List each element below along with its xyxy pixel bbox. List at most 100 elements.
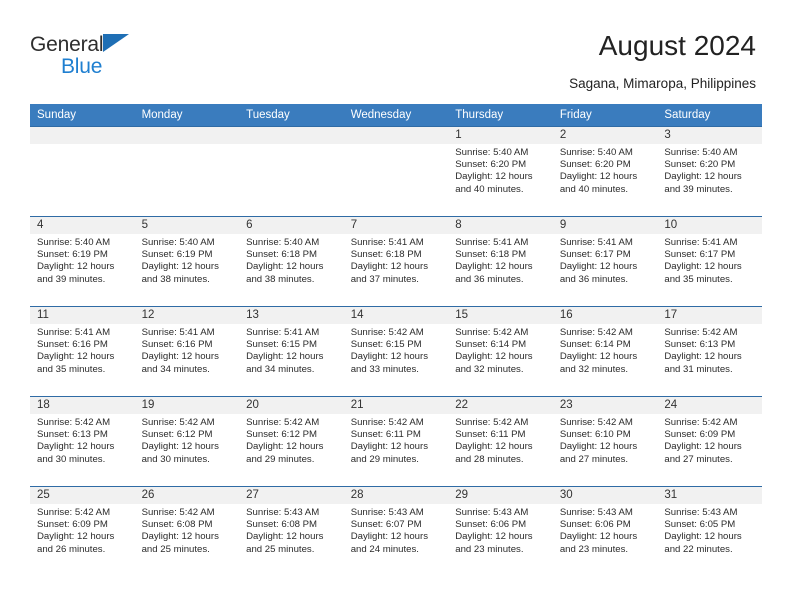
day-cell[interactable]: 21 Sunrise: 5:42 AM Sunset: 6:11 PM Dayl… [343,396,449,487]
day-details: Sunrise: 5:41 AM Sunset: 6:17 PM Dayligh… [657,234,762,286]
daylight-line-1: Daylight: 12 hours [559,531,638,543]
day-cell[interactable]: 5 Sunrise: 5:40 AM Sunset: 6:19 PM Dayli… [134,216,240,307]
day-cell-inner: 12 Sunrise: 5:41 AM Sunset: 6:16 PM Dayl… [134,307,240,396]
daylight-line-2: and 40 minutes. [455,183,524,195]
day-cell[interactable]: 3 Sunrise: 5:40 AM Sunset: 6:20 PM Dayli… [657,126,762,217]
day-cell[interactable]: 15 Sunrise: 5:42 AM Sunset: 6:14 PM Dayl… [448,306,553,397]
day-details: Sunrise: 5:42 AM Sunset: 6:08 PM Dayligh… [135,504,240,556]
daylight-line-2: and 36 minutes. [455,273,524,285]
day-cell[interactable]: 24 Sunrise: 5:42 AM Sunset: 6:09 PM Dayl… [657,396,762,487]
day-details: Sunrise: 5:43 AM Sunset: 6:06 PM Dayligh… [553,504,658,556]
day-number: 31 [657,487,762,504]
day-cell[interactable]: 1 Sunrise: 5:40 AM Sunset: 6:20 PM Dayli… [448,126,553,217]
day-number: 11 [30,307,135,324]
daylight-line-2: and 29 minutes. [350,453,419,465]
day-cell[interactable]: 19 Sunrise: 5:42 AM Sunset: 6:12 PM Dayl… [134,396,240,487]
brand-logo[interactable]: General Blue [30,33,250,81]
day-cell[interactable]: 27 Sunrise: 5:43 AM Sunset: 6:08 PM Dayl… [239,486,344,576]
sunrise-line: Sunrise: 5:42 AM [559,417,633,428]
day-cell[interactable]: 20 Sunrise: 5:42 AM Sunset: 6:12 PM Dayl… [239,396,344,487]
day-cell-inner: 2 Sunrise: 5:40 AM Sunset: 6:20 PM Dayli… [552,127,658,216]
day-cell[interactable]: 9 Sunrise: 5:41 AM Sunset: 6:17 PM Dayli… [552,216,658,307]
day-cell[interactable]: 30 Sunrise: 5:43 AM Sunset: 6:06 PM Dayl… [552,486,658,576]
day-cell[interactable]: 8 Sunrise: 5:41 AM Sunset: 6:18 PM Dayli… [448,216,553,307]
day-details: Sunrise: 5:40 AM Sunset: 6:19 PM Dayligh… [135,234,240,286]
sunrise-line: Sunrise: 5:43 AM [246,507,320,518]
day-cell[interactable]: 17 Sunrise: 5:42 AM Sunset: 6:13 PM Dayl… [657,306,762,397]
day-cell[interactable]: 28 Sunrise: 5:43 AM Sunset: 6:07 PM Dayl… [343,486,449,576]
day-cell[interactable] [239,126,344,217]
day-cell-inner: 17 Sunrise: 5:42 AM Sunset: 6:13 PM Dayl… [657,307,762,396]
day-cell[interactable]: 26 Sunrise: 5:42 AM Sunset: 6:08 PM Dayl… [134,486,240,576]
day-details: Sunrise: 5:41 AM Sunset: 6:18 PM Dayligh… [344,234,449,286]
daylight-line-2: and 25 minutes. [141,543,210,555]
sunrise-line: Sunrise: 5:42 AM [559,327,633,338]
sunrise-line: Sunrise: 5:42 AM [455,327,529,338]
day-number: 18 [30,397,135,414]
daylight-line-1: Daylight: 12 hours [246,261,324,273]
day-cell[interactable]: 14 Sunrise: 5:42 AM Sunset: 6:15 PM Dayl… [343,306,449,397]
daylight-line-1: Daylight: 12 hours [664,351,742,363]
daylight-line-2: and 26 minutes. [37,543,106,555]
day-cell[interactable]: 4 Sunrise: 5:40 AM Sunset: 6:19 PM Dayli… [30,216,135,307]
daylight-line-1: Daylight: 12 hours [141,261,219,273]
sunrise-line: Sunrise: 5:43 AM [350,507,424,518]
day-cell-inner [134,127,240,216]
day-details: Sunrise: 5:43 AM Sunset: 6:06 PM Dayligh… [448,504,553,556]
sunset-line: Sunset: 6:19 PM [37,249,108,261]
day-cell-inner: 3 Sunrise: 5:40 AM Sunset: 6:20 PM Dayli… [657,127,762,216]
day-cell[interactable]: 6 Sunrise: 5:40 AM Sunset: 6:18 PM Dayli… [239,216,344,307]
day-cell[interactable]: 10 Sunrise: 5:41 AM Sunset: 6:17 PM Dayl… [657,216,762,307]
day-cell[interactable]: 25 Sunrise: 5:42 AM Sunset: 6:09 PM Dayl… [30,486,135,576]
day-cell[interactable]: 2 Sunrise: 5:40 AM Sunset: 6:20 PM Dayli… [552,126,658,217]
day-details: Sunrise: 5:42 AM Sunset: 6:11 PM Dayligh… [448,414,553,466]
sunrise-line: Sunrise: 5:41 AM [141,327,215,338]
day-cell[interactable]: 23 Sunrise: 5:42 AM Sunset: 6:10 PM Dayl… [552,396,658,487]
day-cell[interactable] [343,126,449,217]
day-details: Sunrise: 5:41 AM Sunset: 6:16 PM Dayligh… [30,324,135,376]
day-cell[interactable]: 11 Sunrise: 5:41 AM Sunset: 6:16 PM Dayl… [30,306,135,397]
day-cell[interactable]: 29 Sunrise: 5:43 AM Sunset: 6:06 PM Dayl… [448,486,553,576]
day-cell[interactable] [30,126,135,217]
daylight-line-1: Daylight: 12 hours [455,261,533,273]
day-details: Sunrise: 5:42 AM Sunset: 6:14 PM Dayligh… [448,324,553,376]
day-number: 27 [239,487,344,504]
sunset-line: Sunset: 6:16 PM [37,339,108,351]
day-number: 14 [343,307,449,324]
day-number: 4 [30,217,135,234]
day-cell[interactable]: 13 Sunrise: 5:41 AM Sunset: 6:15 PM Dayl… [239,306,344,397]
day-cell-inner: 21 Sunrise: 5:42 AM Sunset: 6:11 PM Dayl… [343,397,449,486]
daylight-line-2: and 28 minutes. [455,453,524,465]
sunset-line: Sunset: 6:20 PM [664,159,736,171]
page-header: General Blue August 2024 Sagana, Mimarop… [0,0,792,104]
sunrise-line: Sunrise: 5:43 AM [664,507,738,518]
day-cell[interactable] [134,126,240,217]
day-number: 23 [552,397,658,414]
sunrise-line: Sunrise: 5:40 AM [455,147,529,158]
day-number [343,127,449,144]
day-cell-inner: 18 Sunrise: 5:42 AM Sunset: 6:13 PM Dayl… [30,397,135,486]
sunset-line: Sunset: 6:15 PM [246,339,318,351]
day-cell[interactable]: 31 Sunrise: 5:43 AM Sunset: 6:05 PM Dayl… [657,486,762,576]
sunset-line: Sunset: 6:13 PM [664,339,736,351]
day-cell[interactable]: 7 Sunrise: 5:41 AM Sunset: 6:18 PM Dayli… [343,216,449,307]
day-cell-inner: 6 Sunrise: 5:40 AM Sunset: 6:18 PM Dayli… [239,217,344,306]
day-cell-inner: 5 Sunrise: 5:40 AM Sunset: 6:19 PM Dayli… [134,217,240,306]
day-cell[interactable]: 12 Sunrise: 5:41 AM Sunset: 6:16 PM Dayl… [134,306,240,397]
day-cell[interactable]: 18 Sunrise: 5:42 AM Sunset: 6:13 PM Dayl… [30,396,135,487]
daylight-line-1: Daylight: 12 hours [246,351,324,363]
day-cell[interactable]: 16 Sunrise: 5:42 AM Sunset: 6:14 PM Dayl… [552,306,658,397]
sunset-line: Sunset: 6:18 PM [246,249,318,261]
sunset-line: Sunset: 6:12 PM [141,429,213,441]
daylight-line-1: Daylight: 12 hours [559,261,638,273]
day-number: 22 [448,397,553,414]
sunrise-line: Sunrise: 5:41 AM [455,237,529,248]
sunset-line: Sunset: 6:18 PM [455,249,527,261]
day-number: 9 [552,217,658,234]
daylight-line-2: and 39 minutes. [37,273,106,285]
sunset-line: Sunset: 6:11 PM [455,429,526,441]
weekday-header-sunday: Sunday [30,104,135,127]
day-cell[interactable]: 22 Sunrise: 5:42 AM Sunset: 6:11 PM Dayl… [448,396,553,487]
day-cell-inner: 31 Sunrise: 5:43 AM Sunset: 6:05 PM Dayl… [657,487,762,576]
sunrise-line: Sunrise: 5:43 AM [559,507,633,518]
